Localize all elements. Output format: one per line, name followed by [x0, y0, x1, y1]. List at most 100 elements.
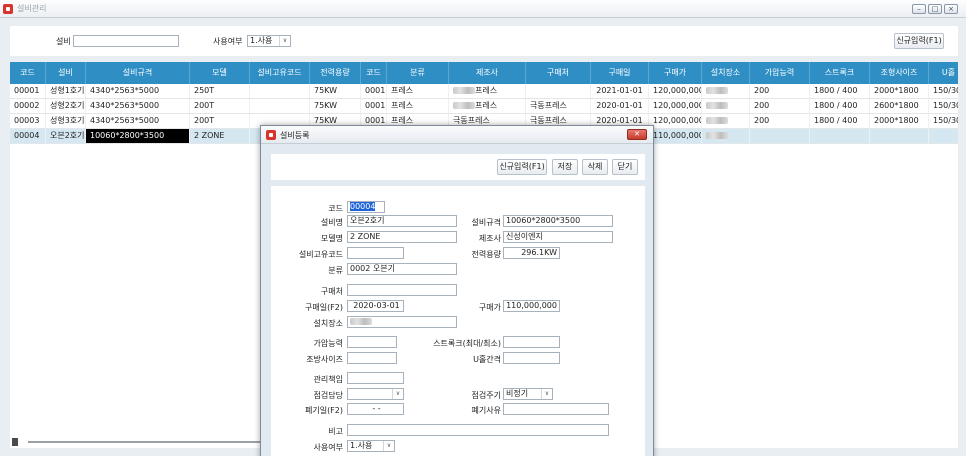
- window-title: 설비관리: [17, 4, 47, 13]
- power-label: 전력용량: [471, 250, 501, 259]
- scroll-track[interactable]: [28, 441, 268, 443]
- spec-input[interactable]: 10060*2800*3500: [503, 215, 613, 227]
- redacted-text: [453, 87, 475, 94]
- maker-label: 제조사: [478, 234, 501, 243]
- code-label: 코드: [328, 204, 343, 213]
- use-label: 사용여부: [213, 37, 243, 46]
- uid-label: 설비고유코드: [298, 250, 343, 259]
- model-label: 모델명: [320, 234, 343, 243]
- app-icon: [266, 130, 276, 140]
- col-code[interactable]: 코드: [10, 62, 46, 84]
- redacted-text: [706, 117, 728, 124]
- place-input[interactable]: [347, 316, 457, 328]
- close-icon[interactable]: ×: [944, 4, 958, 14]
- col-power[interactable]: 전력용량: [310, 62, 361, 84]
- col-maker[interactable]: 제조사: [449, 62, 526, 84]
- chevron-down-icon: ∨: [392, 389, 403, 399]
- vendor-input[interactable]: [347, 284, 457, 296]
- col-mold[interactable]: 조형사이즈: [870, 62, 929, 84]
- model-input[interactable]: 2 ZONE: [347, 231, 457, 243]
- dispose-reason-input[interactable]: [503, 403, 609, 415]
- press-input[interactable]: [347, 336, 397, 348]
- name-label: 설비명: [320, 218, 343, 227]
- cycle-select[interactable]: 비정기 ∨: [503, 388, 553, 400]
- dialog-toolbar: 신규입력(F1) 저장 삭제 닫기: [271, 154, 645, 180]
- note-label: 비고: [328, 427, 343, 436]
- col-equip[interactable]: 설비: [46, 62, 86, 84]
- press-label: 가압능력: [313, 339, 343, 348]
- manager-input[interactable]: [347, 372, 404, 384]
- dispose-reason-label: 폐기사유: [471, 406, 501, 415]
- uhole-label: U홀간격: [473, 355, 501, 364]
- col-press[interactable]: 가압능력: [750, 62, 810, 84]
- price-input[interactable]: 110,000,000: [503, 300, 560, 312]
- selected-cell[interactable]: 10060*2800*3500: [86, 129, 190, 143]
- col-vendor[interactable]: 구매처: [526, 62, 591, 84]
- col-uid[interactable]: 설비고유코드: [250, 62, 310, 84]
- cycle-label: 점검주기: [471, 391, 501, 400]
- note-input[interactable]: [347, 424, 609, 436]
- scroll-thumb[interactable]: [12, 438, 18, 446]
- redacted-text: [350, 318, 372, 325]
- main-window-titlebar: 설비관리 – □ ×: [0, 0, 966, 18]
- redacted-text: [706, 132, 728, 139]
- minimize-icon[interactable]: –: [912, 4, 926, 14]
- equip-label: 설비: [56, 37, 71, 46]
- vendor-label: 구매처: [320, 287, 343, 296]
- equip-search-input[interactable]: [73, 35, 179, 47]
- redacted-text: [706, 87, 728, 94]
- use-label: 사용여부: [313, 443, 343, 452]
- dialog-form: 코드 00004 설비명 오븐2호기 설비규격 10060*2800*3500 …: [271, 186, 645, 456]
- delete-button[interactable]: 삭제: [582, 159, 608, 175]
- dialog-titlebar[interactable]: 설비등록 ✕: [261, 126, 653, 144]
- grid-header: 코드 설비 설비규격 모델 설비고유코드 전력용량 코드 분류 제조사 구매처 …: [10, 62, 958, 84]
- buy-date-input[interactable]: 2020-03-01: [347, 300, 404, 312]
- maximize-icon[interactable]: □: [928, 4, 942, 14]
- col-place[interactable]: 설치장소: [702, 62, 750, 84]
- new-entry-button[interactable]: 신규입력(F1): [894, 33, 944, 49]
- dispose-date-label: 폐기일(F2): [304, 406, 343, 415]
- dispose-date-input[interactable]: - -: [347, 403, 404, 415]
- close-icon[interactable]: ✕: [627, 129, 647, 140]
- use-select[interactable]: 1.사용 ∨: [247, 35, 291, 47]
- maker-input[interactable]: 신성이엔지: [503, 231, 613, 243]
- col-stroke[interactable]: 스트록크: [810, 62, 870, 84]
- col-uhole[interactable]: U홀: [929, 62, 958, 84]
- redacted-text: [706, 102, 728, 109]
- buy-date-label: 구매일(F2): [304, 303, 343, 312]
- chevron-down-icon: ∨: [279, 36, 290, 46]
- dialog-title: 설비등록: [280, 131, 310, 140]
- col-price[interactable]: 구매가: [649, 62, 702, 84]
- col-category[interactable]: 분류: [387, 62, 449, 84]
- col-buy-date[interactable]: 구매일: [591, 62, 649, 84]
- category-label: 분류: [328, 266, 343, 275]
- col-spec[interactable]: 설비규격: [86, 62, 190, 84]
- spec-label: 설비규격: [471, 218, 501, 227]
- table-row[interactable]: 00002 성형2호기 4340*2563*5000 200T 75KW 000…: [10, 99, 958, 114]
- dialog-new-button[interactable]: 신규입력(F1): [497, 159, 547, 175]
- category-input[interactable]: 0002 오븐기: [347, 263, 457, 275]
- mold-input[interactable]: [347, 352, 397, 364]
- col-model[interactable]: 모델: [190, 62, 250, 84]
- chevron-down-icon: ∨: [383, 441, 394, 451]
- price-label: 구매가: [478, 303, 501, 312]
- search-panel: 설비 사용여부 1.사용 ∨ 신규입력(F1): [10, 26, 958, 56]
- power-input[interactable]: 296.1KW: [503, 247, 560, 259]
- chevron-down-icon: ∨: [541, 389, 552, 399]
- inspector-label: 점검담당: [313, 391, 343, 400]
- table-row[interactable]: 00001 성형1호기 4340*2563*5000 250T 75KW 000…: [10, 84, 958, 99]
- uid-input[interactable]: [347, 247, 404, 259]
- dialog-use-select[interactable]: 1.사용 ∨: [347, 440, 395, 452]
- code-input[interactable]: 00004: [347, 201, 385, 213]
- place-label: 설치장소: [313, 319, 343, 328]
- name-input[interactable]: 오븐2호기: [347, 215, 457, 227]
- equipment-register-dialog: 설비등록 ✕ 신규입력(F1) 저장 삭제 닫기 코드 00004 설비명 오븐…: [260, 125, 654, 456]
- inspector-select[interactable]: ∨: [347, 388, 404, 400]
- close-button[interactable]: 닫기: [612, 159, 638, 175]
- col-cat-code[interactable]: 코드: [361, 62, 387, 84]
- stroke-label: 스트록크(최대/최소): [433, 339, 501, 348]
- save-button[interactable]: 저장: [552, 159, 578, 175]
- stroke-input[interactable]: [503, 336, 560, 348]
- uhole-input[interactable]: [503, 352, 560, 364]
- app-icon: [3, 4, 13, 14]
